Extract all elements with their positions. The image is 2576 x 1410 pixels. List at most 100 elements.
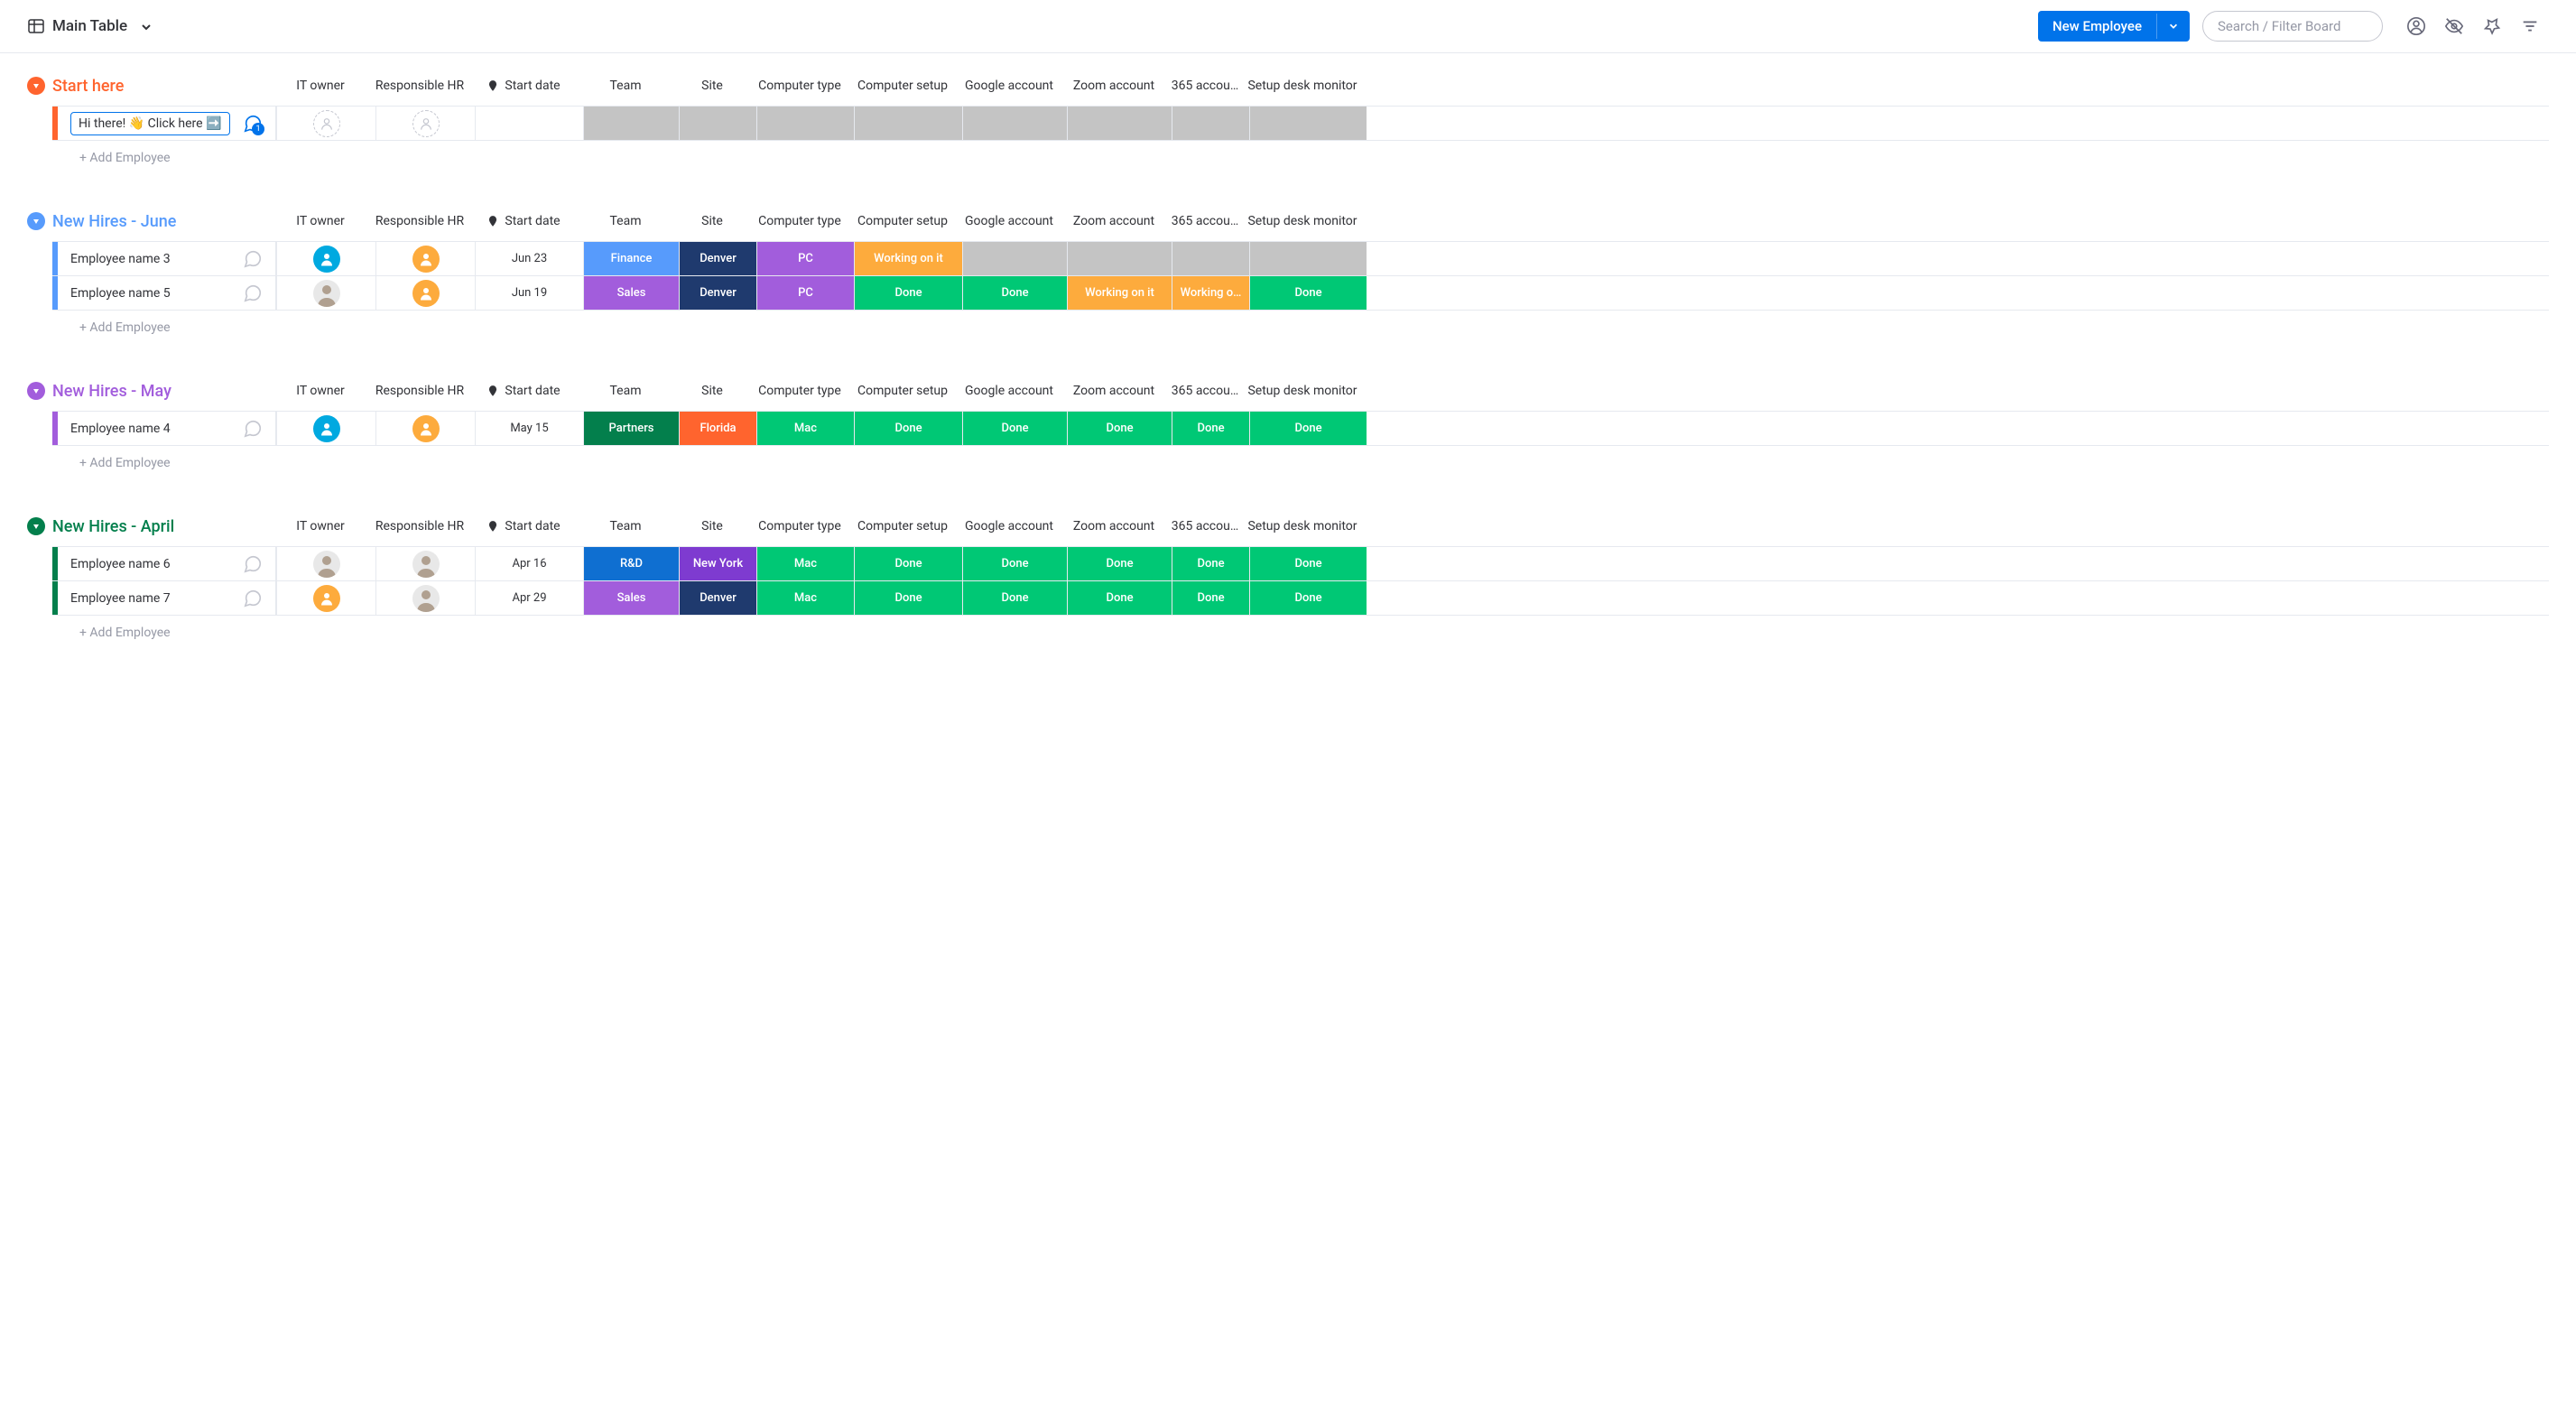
status-cell[interactable]: Sales xyxy=(583,276,679,310)
column-header-computer-type[interactable]: Computer type xyxy=(751,376,848,405)
column-header-computer-setup[interactable]: Computer setup xyxy=(848,512,957,541)
add-employee-row[interactable]: + Add Employee xyxy=(52,445,2549,479)
status-cell[interactable] xyxy=(1249,242,1367,275)
column-header-hr[interactable]: Responsible HR xyxy=(370,207,469,236)
it-owner-cell[interactable] xyxy=(276,412,375,445)
column-header-hr[interactable]: Responsible HR xyxy=(370,512,469,541)
date-cell[interactable]: May 15 xyxy=(475,412,583,445)
status-cell[interactable]: Done xyxy=(962,581,1067,615)
chat-icon[interactable]: 1 xyxy=(243,114,263,134)
column-header-computer-setup[interactable]: Computer setup xyxy=(848,207,957,236)
hr-cell[interactable] xyxy=(375,412,475,445)
empty-status-cell[interactable] xyxy=(679,107,756,140)
column-header-google[interactable]: Google account xyxy=(957,512,1061,541)
avatar[interactable] xyxy=(412,585,440,612)
column-header-computer-type[interactable]: Computer type xyxy=(751,207,848,236)
column-header-site[interactable]: Site xyxy=(673,71,751,100)
status-cell[interactable]: Done xyxy=(1249,412,1367,445)
add-employee-row[interactable]: + Add Employee xyxy=(52,615,2549,649)
avatar[interactable] xyxy=(412,246,440,273)
status-cell[interactable] xyxy=(1067,242,1172,275)
eye-off-icon[interactable] xyxy=(2444,16,2464,36)
column-header-team[interactable]: Team xyxy=(578,512,673,541)
person-icon[interactable] xyxy=(2406,16,2426,36)
column-header-hr[interactable]: Responsible HR xyxy=(370,71,469,100)
status-cell[interactable]: Done xyxy=(1067,547,1172,580)
column-header-site[interactable]: Site xyxy=(673,207,751,236)
column-header-monitor[interactable]: Setup desk monitor xyxy=(1244,512,1361,541)
filter-icon[interactable] xyxy=(2520,16,2540,36)
column-header-it-owner[interactable]: IT owner xyxy=(271,71,370,100)
group-collapse-toggle[interactable] xyxy=(27,77,45,95)
column-header-monitor[interactable]: Setup desk monitor xyxy=(1244,207,1361,236)
item-name-cell[interactable]: Employee name 4 xyxy=(58,412,276,445)
empty-status-cell[interactable] xyxy=(1249,107,1367,140)
status-cell[interactable]: Denver xyxy=(679,581,756,615)
new-employee-button[interactable]: New Employee xyxy=(2038,11,2190,42)
it-owner-cell[interactable] xyxy=(276,276,375,310)
avatar[interactable] xyxy=(412,415,440,442)
column-header-365[interactable]: 365 accou… xyxy=(1166,376,1244,405)
status-cell[interactable]: Done xyxy=(1067,581,1172,615)
empty-status-cell[interactable] xyxy=(1067,107,1172,140)
column-header-it-owner[interactable]: IT owner xyxy=(271,376,370,405)
table-row[interactable]: Employee name 7 Apr 29 Sales Denver Mac … xyxy=(52,580,2549,615)
empty-status-cell[interactable] xyxy=(962,107,1067,140)
status-cell[interactable]: Working on it xyxy=(854,242,962,275)
avatar[interactable] xyxy=(313,585,340,612)
avatar-placeholder[interactable] xyxy=(313,110,340,137)
column-header-google[interactable]: Google account xyxy=(957,207,1061,236)
item-name-text[interactable]: Employee name 3 xyxy=(70,252,171,266)
table-row[interactable]: Employee name 3 Jun 23 Finance Denver PC… xyxy=(52,241,2549,275)
column-header-365[interactable]: 365 accou… xyxy=(1166,207,1244,236)
column-header-site[interactable]: Site xyxy=(673,512,751,541)
empty-status-cell[interactable] xyxy=(1172,107,1249,140)
group-title[interactable]: Start here xyxy=(52,77,271,96)
column-header-start-date[interactable]: Start date xyxy=(469,512,578,541)
chat-icon[interactable] xyxy=(243,589,263,608)
date-cell[interactable]: Apr 16 xyxy=(475,547,583,580)
item-name-cell[interactable]: Employee name 3 xyxy=(58,242,276,275)
column-header-team[interactable]: Team xyxy=(578,71,673,100)
date-cell[interactable]: Jun 23 xyxy=(475,242,583,275)
it-owner-cell[interactable] xyxy=(276,547,375,580)
status-cell[interactable] xyxy=(962,242,1067,275)
status-cell[interactable]: Done xyxy=(854,412,962,445)
status-cell[interactable]: Mac xyxy=(756,581,854,615)
date-cell[interactable]: Apr 29 xyxy=(475,581,583,615)
status-cell[interactable]: Done xyxy=(854,276,962,310)
status-cell[interactable]: Done xyxy=(1249,581,1367,615)
status-cell[interactable]: Done xyxy=(1172,581,1249,615)
table-row[interactable]: Employee name 5 Jun 19 Sales Denver PC D… xyxy=(52,275,2549,310)
chat-icon[interactable] xyxy=(243,283,263,303)
column-header-zoom[interactable]: Zoom account xyxy=(1061,512,1166,541)
view-switcher[interactable]: Main Table xyxy=(27,17,153,35)
group-title[interactable]: New Hires - May xyxy=(52,382,271,401)
column-header-hr[interactable]: Responsible HR xyxy=(370,376,469,405)
group-title[interactable]: New Hires - June xyxy=(52,212,271,231)
avatar-placeholder[interactable] xyxy=(412,110,440,137)
status-cell[interactable]: Done xyxy=(1067,412,1172,445)
avatar[interactable] xyxy=(313,415,340,442)
status-cell[interactable]: Mac xyxy=(756,547,854,580)
item-name-text[interactable]: Employee name 5 xyxy=(70,286,171,301)
new-employee-dropdown[interactable] xyxy=(2156,14,2190,39)
date-cell[interactable]: Jun 19 xyxy=(475,276,583,310)
column-header-computer-type[interactable]: Computer type xyxy=(751,512,848,541)
group-collapse-toggle[interactable] xyxy=(27,517,45,535)
status-cell[interactable]: Done xyxy=(962,412,1067,445)
status-cell[interactable]: Denver xyxy=(679,276,756,310)
item-name-text[interactable]: Employee name 4 xyxy=(70,422,171,436)
item-name-text[interactable]: Employee name 7 xyxy=(70,591,171,606)
column-header-computer-setup[interactable]: Computer setup xyxy=(848,376,957,405)
column-header-monitor[interactable]: Setup desk monitor xyxy=(1244,376,1361,405)
avatar[interactable] xyxy=(313,280,340,307)
add-employee-row[interactable]: + Add Employee xyxy=(52,310,2549,344)
hr-cell[interactable] xyxy=(375,276,475,310)
status-cell[interactable]: Sales xyxy=(583,581,679,615)
column-header-site[interactable]: Site xyxy=(673,376,751,405)
column-header-it-owner[interactable]: IT owner xyxy=(271,512,370,541)
status-cell[interactable]: Done xyxy=(1172,412,1249,445)
empty-status-cell[interactable] xyxy=(583,107,679,140)
column-header-team[interactable]: Team xyxy=(578,376,673,405)
